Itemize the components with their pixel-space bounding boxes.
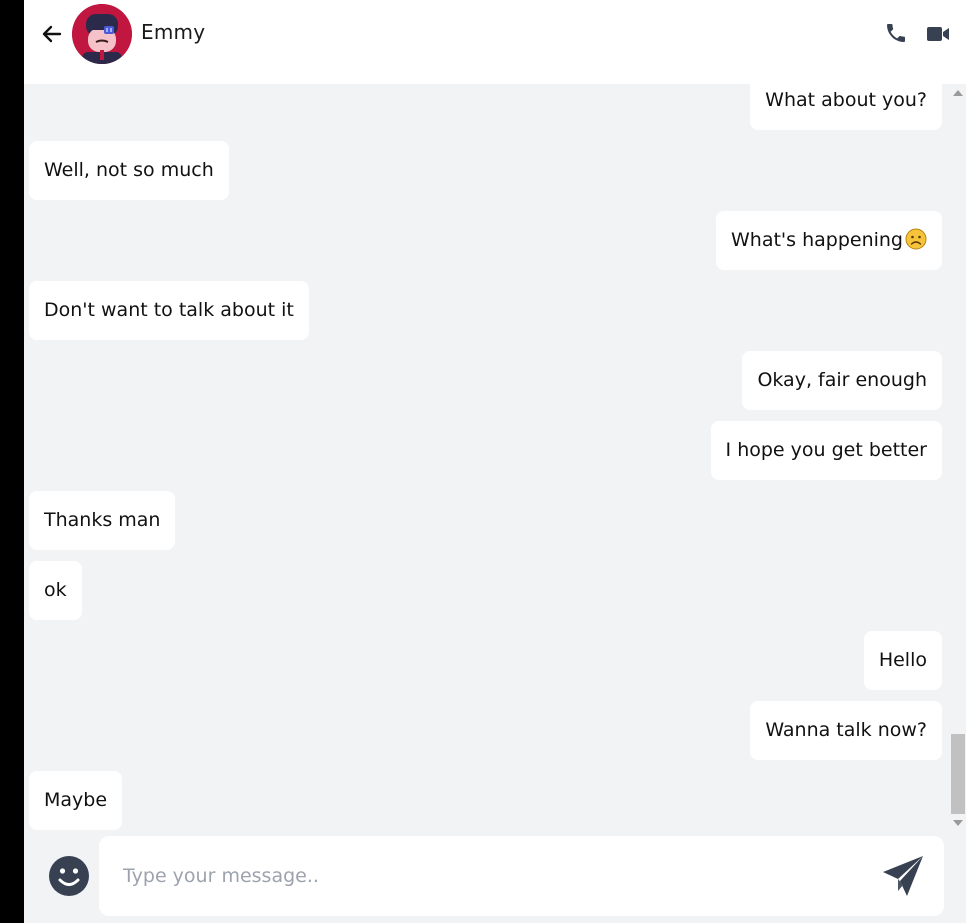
message-text: Wanna talk now?: [765, 719, 927, 741]
chat-header: Emmy: [24, 0, 966, 84]
phone-icon: [887, 24, 905, 42]
message-text: Thanks man: [44, 509, 161, 531]
message-input[interactable]: [123, 854, 863, 898]
message-input-container: [99, 836, 944, 916]
message-bubble-outgoing: Hello: [863, 631, 942, 690]
call-button[interactable]: [884, 21, 908, 45]
message-text: I hope you get better: [725, 439, 927, 461]
message-bubble-incoming: Don't want to talk about it: [29, 281, 309, 340]
message-text: Don't want to talk about it: [44, 299, 294, 321]
message-bubble-incoming: ok: [29, 561, 82, 620]
message-text: Okay, fair enough: [757, 369, 927, 391]
message-text: What's happening: [730, 229, 903, 251]
back-button[interactable]: [40, 22, 64, 46]
avatar[interactable]: [72, 4, 132, 64]
message-composer: [24, 832, 966, 923]
message-bubble-outgoing: I hope you get better: [710, 421, 942, 480]
message-text: Maybe: [44, 789, 108, 811]
scroll-up-arrow[interactable]: [953, 90, 963, 96]
message-text: Hello: [878, 649, 927, 671]
paper-plane-icon: [883, 856, 923, 896]
message-bubble-incoming: Thanks man: [29, 491, 176, 550]
message-scrollbar[interactable]: [950, 84, 966, 832]
message-text: ok: [44, 579, 67, 601]
message-bubble-outgoing: Wanna talk now?: [750, 701, 942, 760]
message-bubble-outgoing: Okay, fair enough: [742, 351, 942, 410]
message-bubble-incoming: Maybe: [29, 771, 123, 830]
emoji-picker-button[interactable]: [48, 855, 90, 897]
message-text: Well, not so much: [44, 159, 214, 181]
slightly-frowning-face-icon: [905, 228, 927, 250]
message-list[interactable]: What about you? Well, not so much What's…: [24, 84, 950, 832]
smiley-icon: [49, 856, 89, 896]
scroll-down-arrow[interactable]: [953, 820, 963, 826]
left-edge-strip: [0, 0, 24, 923]
video-camera-icon: [927, 27, 949, 41]
contact-name[interactable]: Emmy: [141, 20, 205, 44]
avatar-image: [72, 4, 132, 64]
message-text: What about you?: [765, 89, 927, 111]
chat-window: Emmy What about you? Well, not so much W…: [24, 0, 966, 923]
scrollbar-thumb[interactable]: [951, 734, 965, 814]
message-bubble-incoming: Well, not so much: [29, 141, 229, 200]
video-call-button[interactable]: [926, 22, 950, 46]
message-bubble-outgoing: What about you?: [750, 84, 942, 130]
message-bubble-outgoing: What's happening: [715, 211, 942, 270]
send-button[interactable]: [881, 854, 925, 898]
arrow-left-icon: [42, 25, 62, 43]
